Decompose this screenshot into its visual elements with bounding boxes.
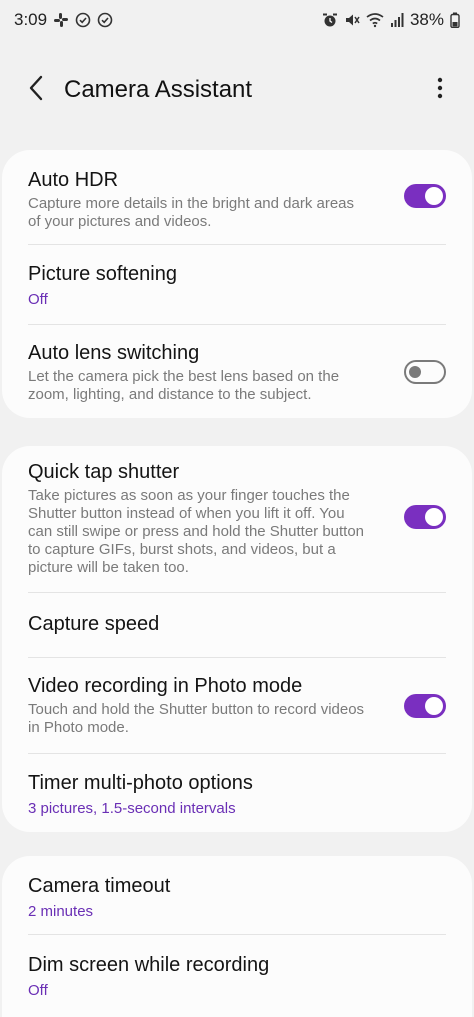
back-button[interactable] bbox=[18, 68, 54, 112]
app-bar: Camera Assistant bbox=[0, 62, 474, 118]
settings-group-3: Camera timeout 2 minutes Dim screen whil… bbox=[2, 856, 472, 1017]
mute-icon bbox=[344, 12, 360, 28]
row-title: Picture softening bbox=[28, 263, 177, 285]
settings-group-2: Quick tap shutter Take pictures as soon … bbox=[2, 446, 472, 832]
divider bbox=[28, 657, 446, 658]
status-bar: 3:09 38% bbox=[0, 0, 474, 40]
row-title: Quick tap shutter bbox=[28, 461, 180, 483]
row-subtitle: Touch and hold the Shutter button to rec… bbox=[28, 701, 365, 736]
row-subtitle: Capture more details in the bright and d… bbox=[28, 195, 355, 230]
more-vertical-icon bbox=[437, 77, 443, 104]
quick-tap-shutter-toggle[interactable] bbox=[404, 505, 446, 529]
row-value: 3 pictures, 1.5-second intervals bbox=[28, 800, 236, 817]
dim-screen-recording-row[interactable]: Dim screen while recording Off bbox=[2, 953, 472, 1000]
toggle-knob bbox=[425, 697, 443, 715]
row-value: Off bbox=[28, 982, 48, 999]
video-recording-photo-mode-row[interactable]: Video recording in Photo mode Touch and … bbox=[2, 674, 472, 737]
row-title: Auto lens switching bbox=[28, 342, 200, 364]
battery-level: 38% bbox=[409, 10, 444, 29]
row-title: Timer multi-photo options bbox=[28, 772, 253, 794]
row-title: Dim screen while recording bbox=[28, 954, 270, 976]
page-title: Camera Assistant bbox=[64, 76, 253, 103]
status-bar-right: 38% bbox=[322, 10, 460, 30]
divider bbox=[28, 244, 446, 245]
auto-hdr-toggle[interactable] bbox=[404, 184, 446, 208]
row-title: Capture speed bbox=[28, 613, 160, 635]
row-title: Video recording in Photo mode bbox=[28, 675, 303, 697]
divider bbox=[28, 324, 446, 325]
divider bbox=[28, 753, 446, 754]
status-bar-left: 3:09 bbox=[14, 10, 113, 30]
settings-group-1: Auto HDR Capture more details in the bri… bbox=[2, 150, 472, 418]
alarm-icon bbox=[322, 12, 338, 28]
row-value: 2 minutes bbox=[28, 903, 94, 920]
row-title: Auto HDR bbox=[28, 169, 119, 191]
video-recording-photo-mode-toggle[interactable] bbox=[404, 694, 446, 718]
divider bbox=[28, 592, 446, 593]
timer-multi-photo-row[interactable]: Timer multi-photo options 3 pictures, 1.… bbox=[2, 771, 472, 818]
battery-icon bbox=[450, 12, 460, 28]
more-options-button[interactable] bbox=[424, 68, 456, 112]
divider bbox=[28, 934, 446, 935]
signal-icon bbox=[390, 12, 404, 28]
status-time: 3:09 bbox=[14, 10, 48, 29]
row-title: Camera timeout bbox=[28, 875, 171, 897]
picture-softening-row[interactable]: Picture softening Off bbox=[2, 262, 472, 309]
wifi-icon bbox=[366, 12, 384, 28]
slack-icon bbox=[53, 12, 69, 28]
toggle-knob bbox=[409, 366, 421, 378]
capture-speed-row[interactable]: Capture speed bbox=[2, 612, 472, 636]
toggle-knob bbox=[425, 187, 443, 205]
row-subtitle: Take pictures as soon as your finger tou… bbox=[28, 487, 365, 576]
quick-tap-shutter-row[interactable]: Quick tap shutter Take pictures as soon … bbox=[2, 460, 472, 577]
check-circle-icon bbox=[75, 12, 91, 28]
auto-hdr-row[interactable]: Auto HDR Capture more details in the bri… bbox=[2, 168, 472, 231]
row-subtitle: Let the camera pick the best lens based … bbox=[28, 368, 340, 403]
auto-lens-switching-row[interactable]: Auto lens switching Let the camera pick … bbox=[2, 341, 472, 404]
toggle-knob bbox=[425, 508, 443, 526]
row-value: Off bbox=[28, 291, 48, 308]
check-circle-icon bbox=[97, 12, 113, 28]
chevron-left-icon bbox=[28, 75, 44, 106]
auto-lens-switching-toggle[interactable] bbox=[404, 360, 446, 384]
camera-timeout-row[interactable]: Camera timeout 2 minutes bbox=[2, 874, 472, 921]
